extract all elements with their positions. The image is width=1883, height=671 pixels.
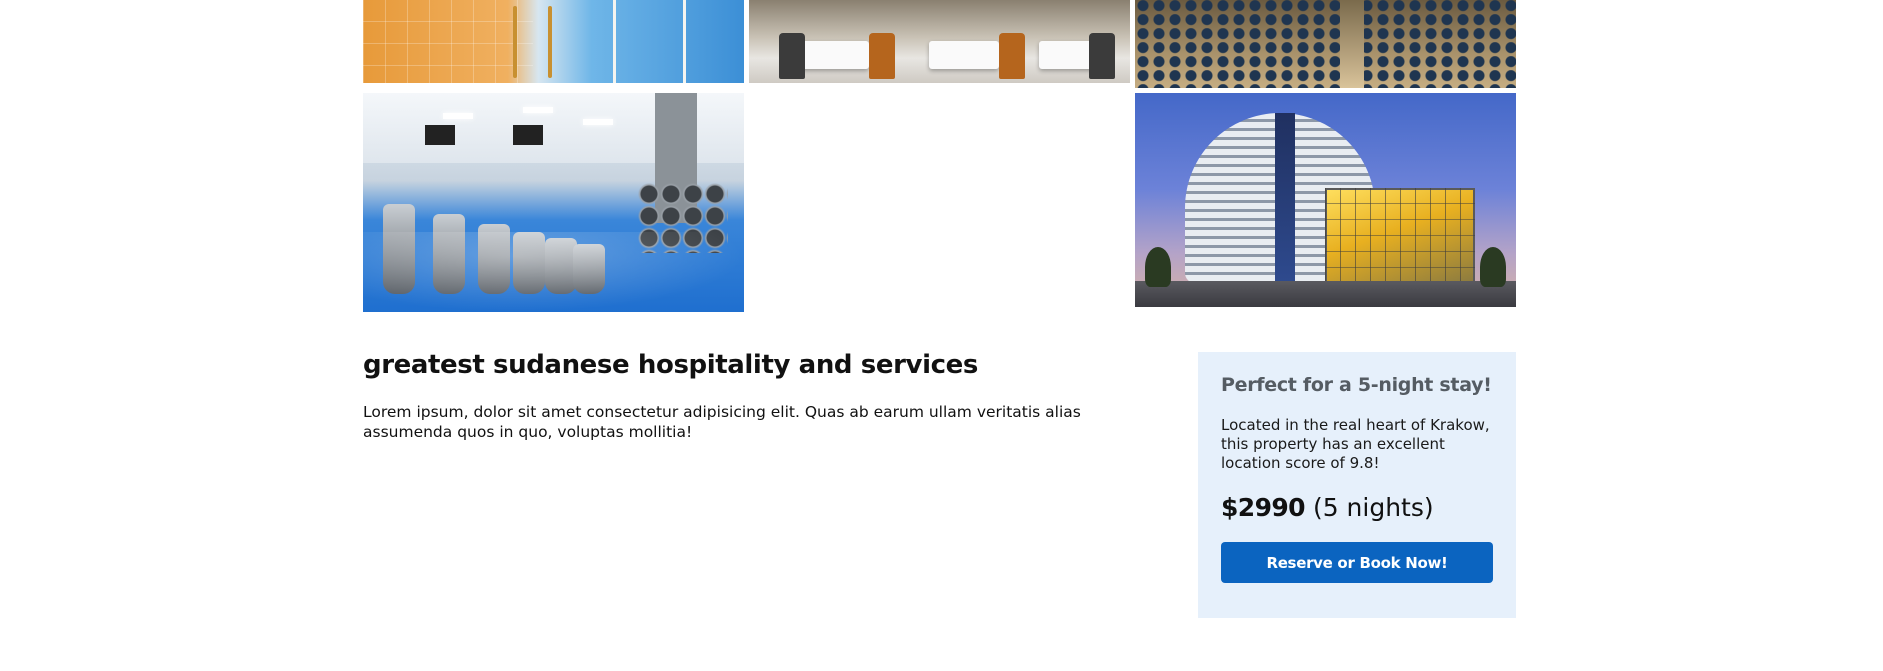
- ceiling-light: [443, 113, 473, 119]
- dining-table: [799, 41, 869, 69]
- booking-text: Located in the real heart of Krakow, thi…: [1221, 416, 1490, 472]
- price-amount: $2990: [1221, 493, 1306, 522]
- ceiling-light: [583, 119, 613, 125]
- restaurant-photo[interactable]: [749, 0, 1130, 83]
- dining-chair: [869, 33, 895, 79]
- reserve-button[interactable]: Reserve or Book Now!: [1221, 542, 1493, 583]
- hotel-exterior-photo[interactable]: [1135, 93, 1516, 307]
- conference-seats: [1135, 0, 1516, 88]
- dining-chair: [779, 33, 805, 79]
- pool-deck: [363, 0, 533, 83]
- hotel-glass-grid: [1325, 188, 1475, 283]
- property-description: greatest sudanese hospitality and servic…: [363, 350, 1173, 442]
- ceiling-light: [523, 107, 553, 113]
- pool-ladder-rail: [548, 6, 552, 78]
- tree: [1145, 247, 1171, 287]
- dining-table: [929, 41, 999, 69]
- pool-ladder-rail: [513, 6, 517, 78]
- pool-lane-line: [613, 0, 616, 83]
- wall-tv: [425, 125, 455, 145]
- conference-hall-photo[interactable]: [1135, 0, 1516, 88]
- dining-chair: [999, 33, 1025, 79]
- price-nights: (5 nights): [1312, 493, 1434, 522]
- tree: [1480, 247, 1506, 287]
- pool-lane-line: [683, 0, 686, 83]
- description-text: Lorem ipsum, dolor sit amet consectetur …: [363, 403, 1081, 441]
- price-line: $2990 (5 nights): [1221, 493, 1493, 522]
- hotel-tower-fin: [1275, 113, 1295, 283]
- pool-photo[interactable]: [363, 0, 744, 83]
- wall-tv: [513, 125, 543, 145]
- page-title: greatest sudanese hospitality and servic…: [363, 350, 978, 380]
- conference-aisle: [1340, 0, 1364, 88]
- photo-gallery: [0, 0, 1883, 320]
- gym-photo[interactable]: [363, 93, 744, 312]
- booking-title: Perfect for a 5-night stay!: [1221, 374, 1492, 396]
- gym-floor: [363, 232, 744, 312]
- booking-card: Perfect for a 5-night stay! Located in t…: [1198, 352, 1516, 618]
- dining-chair: [1089, 33, 1115, 79]
- hotel-ground: [1135, 281, 1516, 307]
